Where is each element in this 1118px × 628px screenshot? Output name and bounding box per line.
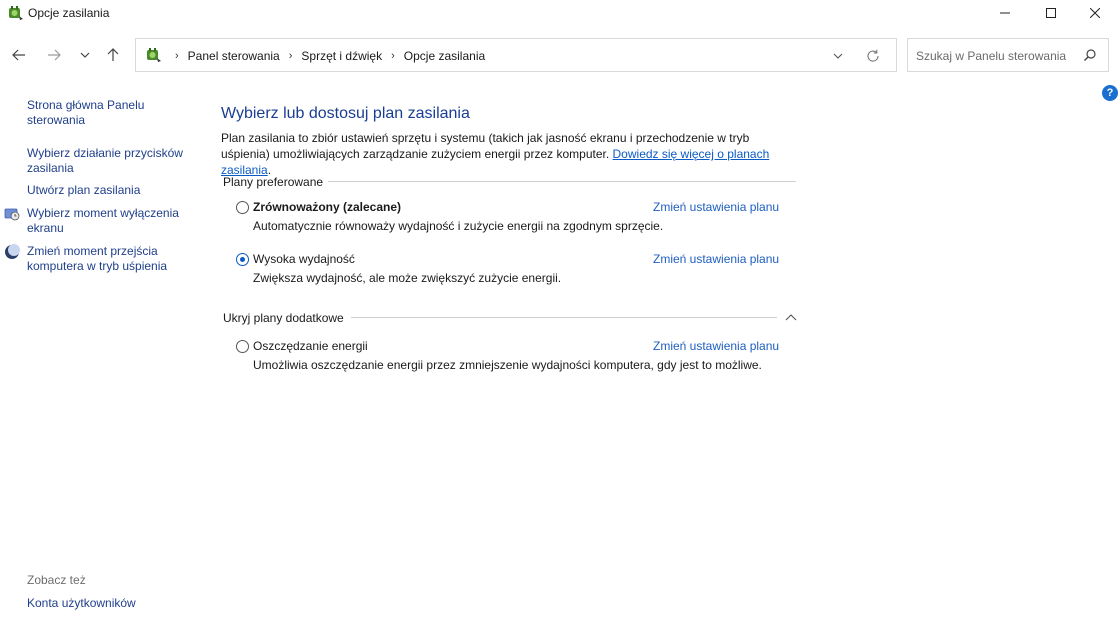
breadcrumb-hardware-sound[interactable]: Sprzęt i dźwięk [301, 49, 382, 63]
plan-high-performance: Wysoka wydajność Zwiększa wydajność, ale… [236, 252, 796, 290]
link-control-panel-home[interactable]: Strona główna Panelu sterowania [27, 98, 197, 128]
power-options-icon [6, 4, 24, 22]
plan-name[interactable]: Zrównoważony (zalecane) [253, 200, 401, 214]
left-pane: Strona główna Panelu sterowania Wybierz … [0, 90, 200, 620]
breadcrumb-power-options[interactable]: Opcje zasilania [404, 49, 485, 63]
refresh-button[interactable] [864, 47, 882, 65]
search-box [907, 38, 1109, 72]
change-plan-settings-link[interactable]: Zmień ustawienia planu [653, 200, 779, 214]
divider [351, 317, 777, 318]
plan-description: Zwiększa wydajność, ale może zwiększyć z… [253, 271, 562, 285]
sleep-moon-icon [4, 244, 20, 260]
link-user-accounts[interactable]: Konta użytkowników [27, 596, 197, 611]
arrow-left-icon [12, 49, 25, 61]
change-plan-settings-link[interactable]: Zmień ustawienia planu [653, 252, 779, 266]
divider [328, 181, 796, 182]
refresh-icon [867, 49, 879, 62]
link-power-buttons[interactable]: Wybierz działanie przycisków zasilania [27, 146, 197, 176]
window-title: Opcje zasilania [28, 6, 110, 20]
plan-description: Automatycznie równoważy wydajność i zuży… [253, 219, 664, 233]
search-input[interactable] [916, 47, 1076, 65]
chevron-right-icon[interactable]: › [289, 50, 293, 62]
plan-power-saver: Oszczędzanie energii Umożliwia oszczędza… [236, 339, 796, 377]
page-description: Plan zasilania to zbiór ustawień sprzętu… [221, 130, 801, 178]
plan-balanced: Zrównoważony (zalecane) Automatycznie ró… [236, 200, 796, 238]
change-plan-settings-link[interactable]: Zmień ustawienia planu [653, 339, 779, 353]
chevron-right-icon: › [175, 50, 179, 62]
search-icon[interactable] [1083, 48, 1099, 64]
help-icon[interactable]: ? [1102, 85, 1118, 101]
display-off-icon [4, 206, 20, 222]
arrow-up-icon [107, 48, 119, 61]
maximize-icon [1046, 8, 1056, 18]
close-button[interactable] [1072, 0, 1118, 26]
plan-balanced-radio[interactable] [236, 201, 249, 214]
chevron-down-icon [833, 53, 843, 59]
maximize-button[interactable] [1028, 0, 1074, 26]
minimize-button[interactable] [982, 0, 1028, 26]
minimize-icon [1000, 12, 1010, 14]
breadcrumb-control-panel[interactable]: Panel sterowania [188, 49, 280, 63]
arrow-right-icon [48, 49, 61, 61]
plan-power-saver-radio[interactable] [236, 340, 249, 353]
see-also-label: Zobacz też [27, 573, 86, 587]
navigation-bar: › Panel sterowania › Sprzęt i dźwięk › O… [0, 36, 1118, 74]
preferred-plans-header: Plany preferowane [223, 175, 324, 189]
back-button[interactable] [8, 44, 30, 66]
forward-button[interactable] [43, 44, 65, 66]
control-panel-icon [144, 46, 162, 64]
link-create-plan[interactable]: Utwórz plan zasilania [27, 183, 197, 198]
plan-name[interactable]: Oszczędzanie energii [253, 339, 368, 353]
page-title: Wybierz lub dostosuj plan zasilania [221, 105, 470, 122]
plan-high-performance-radio[interactable] [236, 253, 249, 266]
chevron-right-icon[interactable]: › [391, 50, 395, 62]
hide-additional-plans-header[interactable]: Ukryj plany dodatkowe [223, 311, 344, 325]
link-sleep-time[interactable]: Zmień moment przejścia komputera w tryb … [27, 244, 197, 274]
address-bar[interactable]: › Panel sterowania › Sprzęt i dźwięk › O… [135, 38, 897, 72]
breadcrumb: › Panel sterowania › Sprzęt i dźwięk › O… [166, 49, 485, 63]
close-icon [1090, 8, 1100, 18]
recent-locations-button[interactable] [74, 44, 96, 66]
up-button[interactable] [102, 44, 124, 66]
chevron-up-icon[interactable] [784, 311, 798, 323]
address-history-button[interactable] [830, 48, 846, 64]
link-turn-off-display[interactable]: Wybierz moment wyłączenia ekranu [27, 206, 197, 236]
title-bar: Opcje zasilania [0, 0, 1118, 26]
plan-name[interactable]: Wysoka wydajność [253, 252, 355, 266]
chevron-down-icon [80, 52, 90, 58]
plan-description: Umożliwia oszczędzanie energii przez zmn… [253, 358, 762, 372]
